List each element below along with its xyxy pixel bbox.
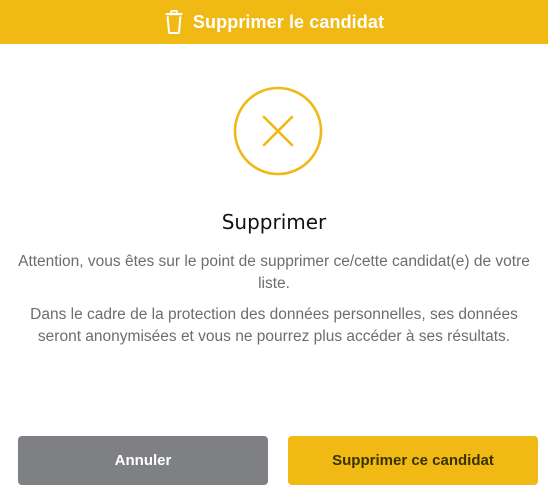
x-circle-icon [233, 86, 323, 176]
delete-candidate-dialog: Supprimer le candidat Supprimer Attentio… [0, 0, 548, 491]
trash-icon [164, 10, 184, 34]
delete-candidate-button[interactable]: Supprimer ce candidat [288, 436, 538, 485]
cancel-button[interactable]: Annuler [18, 436, 268, 485]
warning-message: Attention, vous êtes sur le point de sup… [18, 253, 530, 292]
dialog-title: Supprimer le candidat [192, 11, 385, 32]
privacy-message: Dans le cadre de la protection des donné… [30, 306, 518, 345]
dialog-heading: Supprimer [221, 210, 327, 234]
dialog-header: Supprimer le candidat [0, 0, 548, 44]
